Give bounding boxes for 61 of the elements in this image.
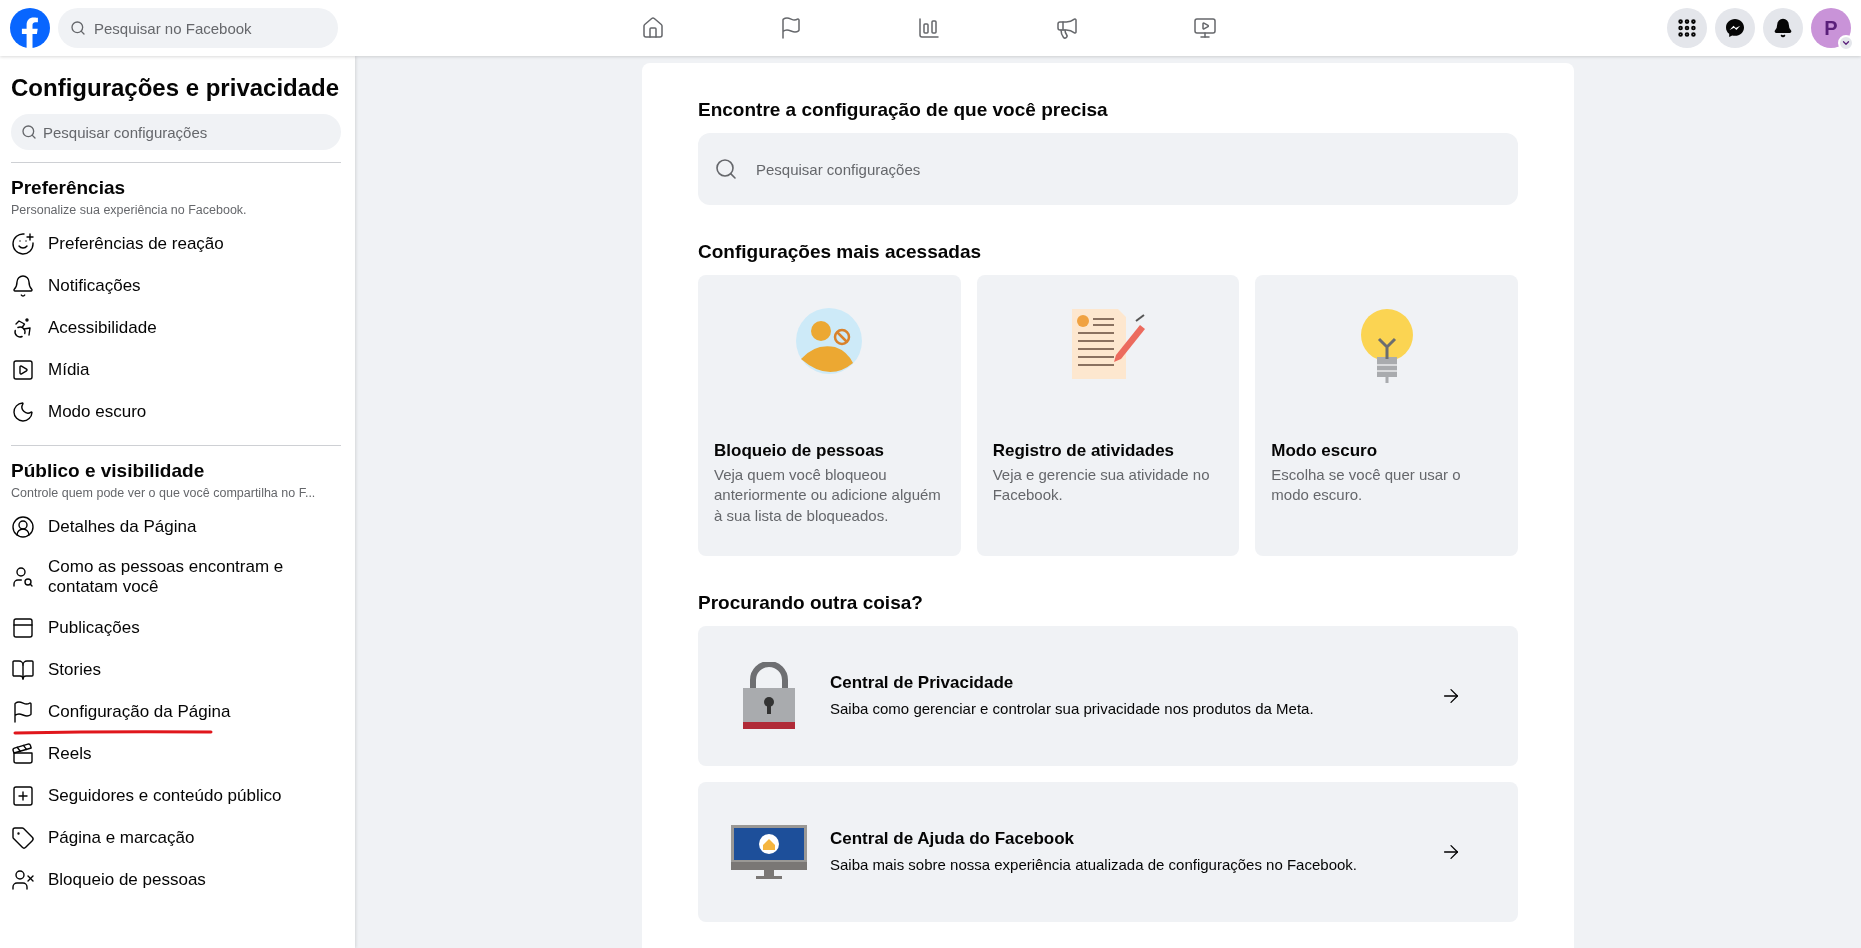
user-search-icon [11, 565, 35, 590]
megaphone-icon [1054, 16, 1079, 40]
sidebar-item[interactable]: Bloqueio de pessoas [11, 858, 341, 901]
sidebar-item[interactable]: Preferências de reação [11, 223, 341, 265]
sidebar-item[interactable]: Detalhes da Página [11, 506, 341, 548]
post-list-icon [11, 615, 35, 640]
setting-card[interactable]: Modo escuro Escolha se você quer usar o modo escuro. [1255, 275, 1518, 556]
search-icon [70, 20, 86, 36]
sidebar-item[interactable]: Reels [11, 732, 341, 775]
bell-icon [1773, 18, 1793, 38]
sidebar-item[interactable]: Notificações [11, 265, 341, 307]
bell-icon [11, 274, 35, 298]
home-icon [640, 16, 665, 40]
sidebar-item[interactable]: Configuração da Página [11, 690, 341, 733]
search-field[interactable]: Pesquisar configurações [698, 133, 1518, 205]
reaction-icon [11, 232, 35, 256]
setting-card[interactable]: Registro de atividades Veja e gerencie sua atividade no Facebook. [976, 275, 1240, 556]
plus-square-icon [11, 783, 35, 808]
sidebar-item[interactable]: Seguidores e conteúdo público [11, 774, 341, 817]
monitor-play-icon [1192, 16, 1217, 40]
flag-icon [11, 699, 35, 724]
section-title: Público e visibilidade [11, 460, 206, 482]
link-card[interactable]: Central de Privacidade Saiba como gerenciar e controlar sua privacidade nos produtos da Meta. [698, 626, 1518, 766]
messenger-icon [1725, 18, 1745, 38]
section-subtitle: Personalize sua experiência no Facebook. [11, 203, 248, 217]
section-heading: Encontre a configuração de que você precisa [698, 99, 1109, 121]
section-title: Preferências [11, 177, 127, 199]
clapperboard-icon [11, 741, 35, 766]
sidebar-item[interactable]: Modo escuro [11, 391, 341, 433]
sidebar-item[interactable]: Como as pessoas encontram e contatam você [11, 548, 341, 607]
padlock-illustration [741, 662, 797, 730]
facebook-logo[interactable] [10, 8, 50, 48]
sidebar-item[interactable]: Publicações [11, 606, 341, 649]
link-card[interactable]: Central de Ajuda do Facebook Saiba mais sobre nossa experiência atualizada de configurações no Facebook. [698, 782, 1518, 922]
profile-avatar[interactable]: P [1811, 8, 1851, 48]
play-square-icon [11, 358, 35, 382]
sidebar-item[interactable]: Acessibilidade [11, 307, 341, 349]
search-icon [714, 157, 738, 181]
grid-dots-icon [1676, 17, 1698, 39]
user-circle-icon [11, 515, 35, 539]
user-block-icon [11, 867, 35, 892]
sidebar-item[interactable]: Stories [11, 648, 341, 691]
section-heading: Procurando outra coisa? [698, 592, 924, 614]
sidebar-item[interactable]: Página e marcação [11, 816, 341, 859]
chevron-badge[interactable] [1838, 35, 1854, 51]
moon-icon [11, 400, 35, 424]
search-field[interactable]: Pesquisar no Facebook [58, 8, 338, 48]
search-field[interactable]: Pesquisar configurações [11, 114, 341, 150]
messenger-button[interactable] [1715, 8, 1755, 48]
notifications-button[interactable] [1763, 8, 1803, 48]
sidebar-title: Configurações e privacidade [11, 74, 341, 102]
search-icon [21, 124, 37, 140]
book-icon [11, 657, 35, 682]
menu-button[interactable] [1667, 8, 1707, 48]
sidebar-item[interactable]: Mídia [11, 349, 341, 391]
setting-card[interactable]: Bloqueio de pessoas Veja quem você bloqueou anteriormente ou adicione alguém à sua lista de bloqueados. [698, 275, 961, 556]
blocked-person-illustration [795, 307, 864, 375]
section-heading: Configurações mais acessadas [698, 241, 983, 263]
chart-icon [916, 16, 941, 40]
tag-icon [11, 825, 35, 850]
section-subtitle: Controle quem pode ver o que você compartilha no F... [11, 486, 317, 500]
